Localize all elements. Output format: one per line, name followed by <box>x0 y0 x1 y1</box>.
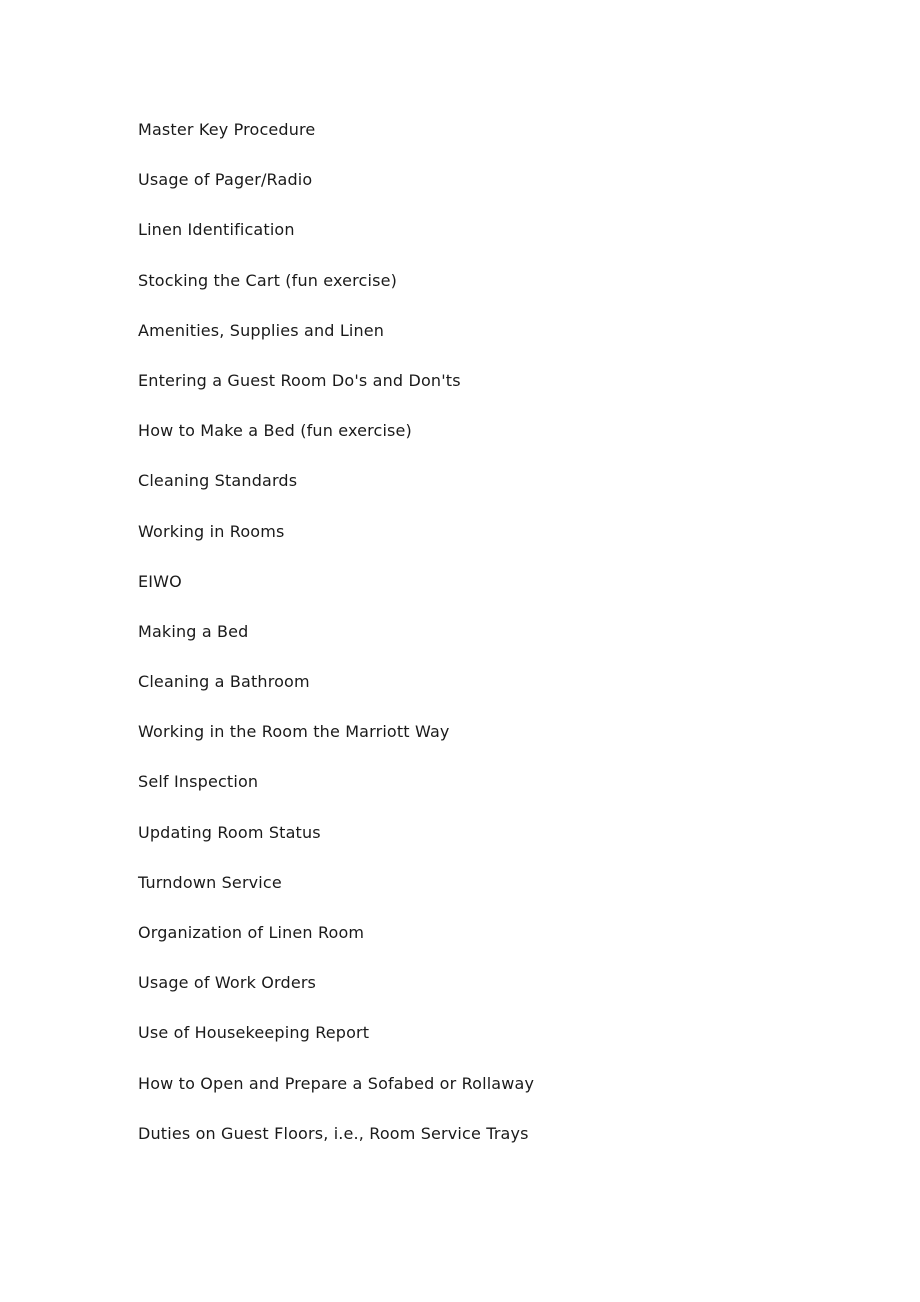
document-line: Master Key Procedure <box>138 120 316 139</box>
document-line: Usage of Pager/Radio <box>138 170 313 190</box>
document-line: Working in the Room the Marriott Way <box>138 722 450 742</box>
document-line: Self Inspection <box>138 772 259 792</box>
document-line: Entering a Guest Room Do's and Don'ts <box>138 370 461 390</box>
document-line: Turndown Service <box>138 872 282 892</box>
document-body: Master Key Procedure Usage of Pager/Radi… <box>138 120 860 1144</box>
document-line: Updating Room Status <box>138 822 321 842</box>
document-line: Usage of Work Orders <box>138 973 317 993</box>
document-line: Cleaning a Bathroom <box>138 672 310 692</box>
document-line: How to Open and Prepare a Sofabed or Rol… <box>138 1073 535 1093</box>
document-page: Master Key Procedure Usage of Pager/Radi… <box>0 0 920 1302</box>
document-line: How to Make a Bed (fun exercise) <box>138 421 412 441</box>
document-line: Linen Identification <box>138 220 295 240</box>
document-line: Organization of Linen Room <box>138 923 365 942</box>
document-line: Stocking the Cart (fun exercise) <box>138 270 398 290</box>
document-line: Cleaning Standards <box>138 471 298 491</box>
document-line: Duties on Guest Floors, i.e., Room Servi… <box>138 1123 529 1143</box>
document-line: Use of Housekeeping Report <box>138 1023 370 1043</box>
document-line: Working in Rooms <box>138 521 285 541</box>
document-line: Amenities, Supplies and Linen <box>138 320 385 340</box>
document-line: Making a Bed <box>138 621 249 641</box>
document-line: EIWO <box>138 571 182 591</box>
